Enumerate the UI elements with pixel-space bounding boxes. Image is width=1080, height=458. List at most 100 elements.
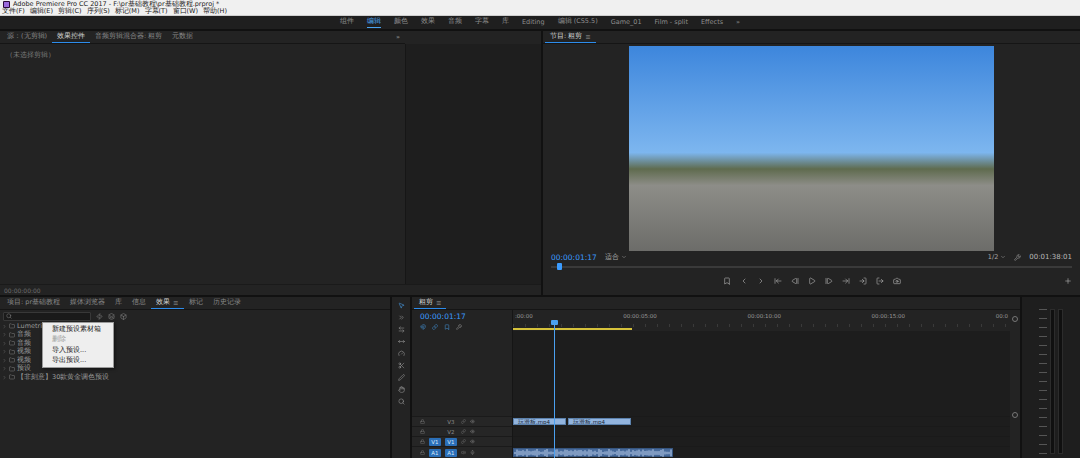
workspace-tab[interactable]: Effects (701, 18, 723, 28)
tool-icon[interactable] (398, 350, 405, 357)
tool-icon[interactable] (398, 326, 405, 333)
tool-icon[interactable] (398, 374, 405, 381)
go-to-in-icon[interactable] (774, 277, 782, 285)
track-target[interactable]: V3 (445, 418, 457, 426)
panel-tab[interactable]: 节目: 粗剪≡ (545, 31, 596, 43)
menu-item[interactable]: 标记(M) (115, 8, 140, 15)
workspace-tab[interactable]: Game_01 (611, 18, 642, 28)
source-patch[interactable] (429, 428, 441, 436)
sync-lock-icon[interactable] (461, 419, 466, 424)
source-patch[interactable]: V1 (429, 438, 441, 446)
workspace-tab[interactable]: 效果 (421, 17, 435, 28)
workspace-tab[interactable]: 组件 (340, 17, 354, 28)
track-lane[interactable]: 玩滑板.mp4玩滑板.mp4 (513, 416, 1010, 426)
program-scrubber[interactable] (543, 262, 1080, 271)
mark-in-icon[interactable] (740, 277, 748, 285)
tool-icon[interactable] (398, 314, 405, 321)
context-menu-item[interactable]: 新建预设素材箱 (43, 324, 113, 335)
play-icon[interactable] (808, 277, 816, 285)
video-clip[interactable]: 玩滑板.mp4 (513, 418, 566, 425)
panel-tab[interactable]: 粗剪≡ (414, 297, 446, 309)
panel-tab[interactable]: 媒体浏览器 (65, 297, 110, 309)
panel-tab[interactable]: 源：(无剪辑) (2, 31, 52, 43)
track-lane[interactable] (513, 436, 1010, 446)
sync-lock-icon[interactable] (461, 439, 466, 444)
step-forward-icon[interactable] (825, 277, 833, 285)
menu-item[interactable]: 编辑(E) (30, 8, 53, 15)
step-back-icon[interactable] (791, 277, 799, 285)
program-timecode[interactable]: 00:00:01:17 (551, 253, 597, 262)
track-target[interactable]: V2 (445, 428, 457, 436)
timeline-content[interactable]: :00:0000:00:05:0000:00:10:0000:00:15:000… (512, 310, 1010, 458)
audio-clip[interactable] (513, 448, 673, 457)
go-to-out-icon[interactable] (842, 277, 850, 285)
add-marker-icon[interactable] (444, 324, 450, 330)
lock-icon[interactable] (420, 450, 425, 455)
mute-icon[interactable] (461, 450, 466, 455)
overwrite-icon[interactable] (876, 277, 884, 285)
panel-tab[interactable]: 库 (110, 297, 127, 309)
workspace-tab[interactable]: Film - split (655, 18, 688, 28)
tool-icon[interactable] (398, 386, 405, 393)
source-patch[interactable] (429, 418, 441, 426)
scrubber-track[interactable] (551, 266, 1072, 268)
source-patch[interactable]: A1 (429, 449, 441, 457)
menu-item[interactable]: 剪辑(C) (58, 8, 82, 15)
visibility-icon[interactable] (470, 419, 475, 424)
menu-item[interactable]: 文件(F) (2, 8, 25, 15)
sync-lock-icon[interactable] (461, 429, 466, 434)
expand-chevron-icon[interactable] (2, 332, 7, 337)
tool-icon[interactable] (398, 362, 405, 369)
context-menu-item[interactable]: 导入预设... (43, 345, 113, 356)
yuv-filter-icon[interactable] (120, 313, 127, 320)
playhead[interactable] (554, 320, 555, 458)
menu-item[interactable]: 窗口(W) (173, 8, 199, 15)
32bit-filter-icon[interactable] (108, 313, 115, 320)
accelerated-filter-icon[interactable] (96, 313, 103, 320)
panel-tab[interactable]: 历史记录 (208, 297, 246, 309)
tool-icon[interactable] (398, 302, 405, 309)
workspace-tab[interactable]: 库 (502, 17, 509, 28)
more-tabs-button[interactable]: » (393, 33, 403, 41)
panel-tab[interactable]: 效果≡ (151, 297, 183, 309)
panel-tab[interactable]: 标记 (184, 297, 208, 309)
effects-folder[interactable]: 【非刻意】30款黄金调色预设 (0, 373, 390, 382)
workspace-more-button[interactable]: » (736, 18, 740, 28)
scrubber-head[interactable] (557, 263, 562, 270)
panel-tab[interactable]: 效果控件 (52, 31, 90, 43)
timeline-settings-icon[interactable] (456, 324, 462, 330)
vertical-scrollbar[interactable] (1010, 310, 1020, 458)
voice-over-icon[interactable] (470, 450, 475, 455)
dropdown-chevron-icon[interactable] (1000, 254, 1006, 260)
workspace-tab[interactable]: 编辑 (CS5.5) (558, 17, 598, 28)
workspace-tab[interactable]: 音频 (448, 17, 462, 28)
workspace-tab[interactable]: 颜色 (394, 17, 408, 28)
expand-chevron-icon[interactable] (2, 366, 7, 371)
lock-icon[interactable] (420, 429, 425, 434)
video-clip[interactable]: 玩滑板.mp4 (568, 418, 631, 425)
expand-chevron-icon[interactable] (2, 349, 7, 354)
linked-selection-icon[interactable] (432, 324, 438, 330)
workspace-tab[interactable]: 编辑 (367, 17, 381, 28)
tool-icon[interactable] (398, 338, 405, 345)
panel-tab[interactable]: 信息 (127, 297, 151, 309)
dropdown-chevron-icon[interactable] (621, 254, 627, 260)
context-menu-item[interactable]: 导出预设... (43, 356, 113, 367)
expand-chevron-icon[interactable] (2, 341, 7, 346)
export-frame-icon[interactable] (893, 277, 901, 285)
lock-icon[interactable] (420, 419, 425, 424)
menu-item[interactable]: 序列(S) (87, 8, 110, 15)
add-button-icon[interactable] (1064, 277, 1072, 285)
tool-icon[interactable] (398, 398, 405, 405)
settings-wrench-icon[interactable] (1014, 254, 1021, 261)
insert-icon[interactable] (859, 277, 867, 285)
time-ruler[interactable]: :00:0000:00:05:0000:00:10:0000:00:15:000… (513, 310, 1010, 327)
effects-search-field[interactable] (3, 312, 91, 321)
panel-menu-button[interactable]: ≡ (585, 33, 590, 41)
search-icon[interactable] (6, 313, 12, 319)
resolution-dropdown[interactable]: 1/2 (988, 253, 1006, 261)
visibility-icon[interactable] (470, 429, 475, 434)
zoom-dropdown[interactable]: 适合 (605, 253, 627, 262)
workspace-tab[interactable]: 字幕 (475, 17, 489, 28)
mark-out-icon[interactable] (757, 277, 765, 285)
